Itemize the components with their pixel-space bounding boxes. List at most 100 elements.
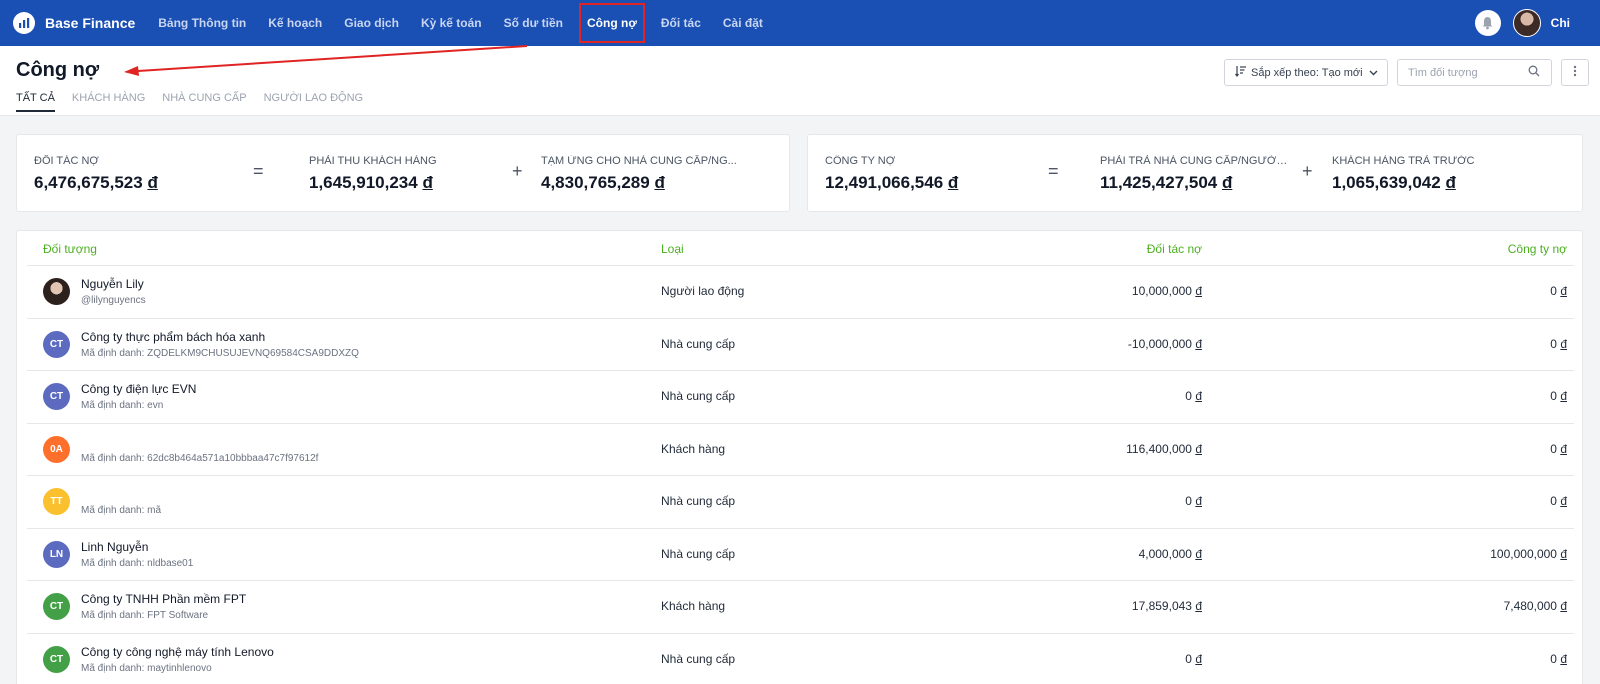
nav-item-settings[interactable]: Cài đặt: [712, 3, 774, 43]
sort-icon: [1235, 65, 1247, 80]
row-company-debt: 0 đ: [1550, 441, 1567, 456]
main-nav: Bảng Thông tin Kế hoạch Giao dịch Kỳ kế …: [147, 0, 774, 46]
plus-sign: +: [512, 161, 523, 181]
row-name[interactable]: Nguyễn Lily: [81, 277, 144, 291]
row-name[interactable]: Công ty thực phẩm bách hóa xanh: [81, 330, 265, 344]
debt-table: Đối tượng Loại Đối tác nợ Công ty nợ Ngu…: [16, 230, 1583, 684]
metric-label: PHẢI TRẢ NHÀ CUNG CẤP/NGƯỜI L...: [1100, 155, 1290, 167]
metric-value: 12,491,066,546 đ: [825, 173, 959, 192]
row-company-debt: 0 đ: [1550, 284, 1567, 298]
row-type: Nhà cung cấp: [661, 546, 736, 561]
bar-chart-icon: [13, 12, 35, 34]
nav-item-dashboard[interactable]: Bảng Thông tin: [147, 3, 257, 43]
metric-company-debt: CÔNG TY NỢ 12,491,066,546 đ: [825, 155, 1025, 193]
chevron-down-icon: [1369, 67, 1378, 79]
table-row[interactable]: CT Công ty thực phẩm bách hóa xanh Mã định…: [27, 319, 1574, 371]
row-partner-debt: 116,400,000 đ: [1126, 441, 1202, 456]
table-row[interactable]: Nguyễn Lily @lilynguyencs Người lao động 10…: [27, 266, 1574, 319]
avatar: CT: [43, 330, 70, 358]
avatar: CT: [43, 593, 70, 620]
table-header: Đối tượng Loại Đối tác nợ Công ty nợ: [27, 231, 1574, 266]
user-avatar[interactable]: [1512, 9, 1541, 37]
row-identifier: Mã định danh: maytinhlenovo: [81, 662, 212, 674]
row-name[interactable]: Công ty công nghệ máy tính Lenovo: [81, 645, 274, 659]
nav-item-cash-balance[interactable]: Số dư tiền: [493, 3, 574, 43]
metric-label: TẠM ỨNG CHO NHÀ CUNG CẤP/NG...: [541, 155, 737, 167]
row-identifier: Mã định danh: evn: [81, 400, 164, 411]
row-identifier: Mã định danh: mã: [81, 505, 162, 516]
table-row[interactable]: LN Linh Nguyễn Mã định danh: nldbase01 Nhà …: [27, 529, 1574, 581]
search-input[interactable]: [1408, 66, 1528, 79]
row-company-debt: 0 đ: [1550, 651, 1567, 666]
metric-value: 11,425,427,504 đ: [1100, 173, 1233, 192]
column-header-partner-debt[interactable]: Đối tác nợ: [1147, 242, 1202, 256]
metric-label: ĐỐI TÁC NỢ: [34, 155, 99, 167]
row-company-debt: 0 đ: [1550, 389, 1567, 403]
row-identifier: Mã định danh: FPT Software: [81, 610, 209, 621]
row-partner-debt: 4,000,000 đ: [1138, 546, 1202, 561]
metric-customer-receivable: PHẢI THU KHÁCH HÀNG 1,645,910,234 đ: [309, 155, 509, 193]
row-type: Nhà cung cấp: [661, 336, 736, 351]
row-partner-debt: -10,000,000 đ: [1127, 336, 1202, 351]
metric-partner-debt: ĐỐI TÁC NỢ 6,476,675,523 đ: [34, 155, 234, 193]
row-company-debt: 0 đ: [1550, 336, 1567, 351]
metric-label: CÔNG TY NỢ: [825, 155, 896, 167]
equals-sign: =: [1048, 161, 1059, 181]
avatar: LN: [43, 540, 70, 568]
avatar: 0A: [43, 435, 70, 463]
row-identifier: Mã định danh: nldbase01: [81, 557, 194, 569]
sort-dropdown[interactable]: Sắp xếp theo: Tạo mới: [1224, 59, 1388, 86]
metric-label: PHẢI THU KHÁCH HÀNG: [309, 155, 437, 167]
top-navbar: Base Finance Bảng Thông tin Kế hoạch Gia…: [0, 0, 1600, 46]
avatar: CT: [43, 645, 70, 673]
nav-item-partners[interactable]: Đối tác: [650, 3, 712, 43]
metric-value: 4,830,765,289 đ: [541, 173, 665, 192]
row-partner-debt: 0 đ: [1185, 389, 1202, 403]
table-row[interactable]: TT Mã định danh: mã Nhà cung cấp 0 đ 0 đ: [27, 476, 1574, 529]
column-header-type[interactable]: Loại: [661, 242, 684, 256]
tab-bar: TẤT CẢ KHÁCH HÀNG NHÀ CUNG CẤP NGƯỜI LAO…: [16, 92, 380, 112]
table-row[interactable]: CT Công ty TNHH Phần mềm FPT Mã định danh:…: [27, 581, 1574, 634]
row-identifier: Mã định danh: ZQDELKM9CHUSUJEVNQ69584CSA…: [81, 347, 359, 359]
table-row[interactable]: CT Công ty công nghệ máy tính Lenovo Mã đị…: [27, 634, 1574, 684]
row-type: Nhà cung cấp: [661, 651, 736, 666]
row-partner-debt: 10,000,000 đ: [1131, 284, 1202, 298]
tab-suppliers[interactable]: NHÀ CUNG CẤP: [162, 92, 246, 112]
avatar: TT: [43, 488, 70, 515]
row-type: Khách hàng: [661, 441, 726, 456]
user-name[interactable]: Chi: [1551, 16, 1570, 30]
summary-card-company-debt: CÔNG TY NỢ 12,491,066,546 đ = PHẢI TRẢ N…: [807, 134, 1583, 212]
metric-supplier-advance: TẠM ỨNG CHO NHÀ CUNG CẤP/NG... 4,830,765…: [541, 155, 741, 193]
table-row[interactable]: CT Công ty điện lực EVN Mã định danh: evn N…: [27, 371, 1574, 424]
nav-item-plan[interactable]: Kế hoạch: [257, 3, 333, 43]
equals-sign: =: [253, 161, 264, 181]
metric-customer-prepaid: KHÁCH HÀNG TRẢ TRƯỚC 1,065,639,042 đ: [1332, 155, 1552, 193]
row-type: Nhà cung cấp: [661, 494, 736, 508]
table-row[interactable]: 0A Mã định danh: 62dc8b464a571a10bbbaa47c…: [27, 424, 1574, 476]
row-identifier: @lilynguyencs: [81, 295, 146, 306]
brand[interactable]: Base Finance: [13, 12, 135, 34]
tab-employees[interactable]: NGƯỜI LAO ĐỘNG: [264, 92, 364, 112]
row-partner-debt: 0 đ: [1185, 651, 1202, 666]
metric-label: KHÁCH HÀNG TRẢ TRƯỚC: [1332, 155, 1475, 167]
more-options-button[interactable]: [1561, 59, 1589, 86]
row-name[interactable]: Linh Nguyễn: [81, 540, 148, 554]
plus-sign: +: [1302, 161, 1313, 181]
nav-item-accounting-period[interactable]: Kỳ kế toán: [410, 3, 493, 43]
nav-item-transactions[interactable]: Giao dịch: [333, 3, 410, 43]
metric-supplier-payable: PHẢI TRẢ NHÀ CUNG CẤP/NGƯỜI L... 11,425,…: [1100, 155, 1290, 193]
summary-card-partner-debt: ĐỐI TÁC NỢ 6,476,675,523 đ = PHẢI THU KH…: [16, 134, 790, 212]
column-header-object[interactable]: Đối tượng: [43, 242, 97, 256]
nav-item-debts[interactable]: Công nợ: [579, 3, 645, 43]
search-icon[interactable]: [1528, 64, 1540, 82]
row-company-debt: 0 đ: [1550, 494, 1567, 508]
avatar: CT: [43, 383, 70, 410]
bell-icon[interactable]: [1474, 10, 1501, 36]
row-type: Khách hàng: [661, 599, 726, 613]
tab-all[interactable]: TẤT CẢ: [16, 92, 55, 112]
row-identifier: Mã định danh: 62dc8b464a571a10bbbaa47c7f…: [81, 452, 319, 464]
column-header-company-debt[interactable]: Công ty nợ: [1508, 242, 1567, 256]
row-name[interactable]: Công ty TNHH Phần mềm FPT: [81, 592, 246, 606]
tab-customers[interactable]: KHÁCH HÀNG: [72, 92, 145, 112]
row-name[interactable]: Công ty điện lực EVN: [81, 382, 196, 396]
